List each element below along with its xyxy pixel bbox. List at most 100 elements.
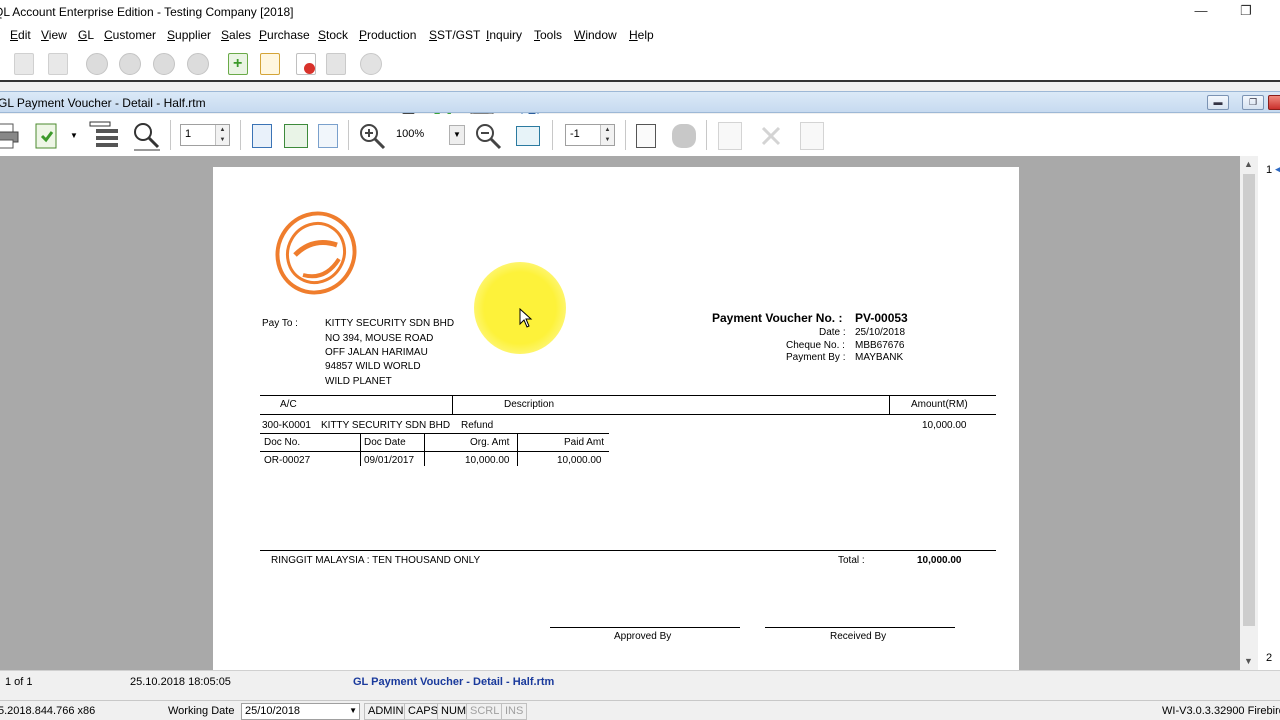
total-value: 10,000.00 xyxy=(917,555,962,566)
menu-window[interactable]: Window xyxy=(574,28,617,42)
pay-to-line: NO 394, MOUSE ROAD xyxy=(325,333,434,344)
restore-button[interactable]: ❐ xyxy=(1231,2,1261,22)
zoom-out-icon[interactable] xyxy=(474,122,502,150)
vertical-scrollbar[interactable]: ▲ ▼ xyxy=(1240,156,1258,670)
page-count-spinner[interactable]: -1 ▲ ▼ xyxy=(565,124,615,146)
total-border xyxy=(260,550,996,551)
column-description: Description xyxy=(504,399,555,410)
menu-view[interactable]: View xyxy=(41,28,67,42)
menu-production[interactable]: Production xyxy=(359,28,416,42)
two-page-icon[interactable] xyxy=(284,124,308,148)
user-indicator: ADMIN xyxy=(364,703,408,720)
sub-header-doc-date: Doc Date xyxy=(364,437,406,448)
page-marker-column: 1 ◀ 2 xyxy=(1258,156,1280,670)
child-restore-button[interactable]: ❐ xyxy=(1242,95,1264,110)
menu-sst-gst[interactable]: SST/GST xyxy=(429,28,480,42)
sub-row-doc-no: OR-00027 xyxy=(264,455,311,466)
zoom-in-icon[interactable] xyxy=(358,122,386,150)
save-icon[interactable] xyxy=(326,53,346,75)
toolbar-separator xyxy=(706,120,707,150)
new-page-icon[interactable] xyxy=(718,122,742,150)
cheque-value: MBB67676 xyxy=(855,340,905,351)
copy-icon[interactable] xyxy=(14,53,34,75)
date-label: Date : xyxy=(819,327,846,338)
report-preview-area[interactable]: Pay To : KITTY SECURITY SDN BHD NO 394, … xyxy=(0,156,1240,670)
outline-icon[interactable] xyxy=(88,120,120,152)
scroll-down-icon[interactable]: ▼ xyxy=(1244,656,1253,666)
sub-table-divider xyxy=(517,433,518,466)
working-date-label: Working Date xyxy=(168,705,235,717)
fit-page-icon[interactable] xyxy=(516,126,540,146)
pay-to-line: OFF JALAN HARIMAU xyxy=(325,347,428,358)
search-report-icon[interactable] xyxy=(130,120,162,152)
page-setup-icon[interactable] xyxy=(636,124,656,148)
ins-indicator: INS xyxy=(501,703,528,720)
received-by-line xyxy=(765,627,955,628)
payment-by-value: MAYBANK xyxy=(855,352,904,363)
menu-gl[interactable]: GL xyxy=(78,28,94,42)
menu-inquiry[interactable]: Inquiry xyxy=(486,28,522,42)
database-version: WI-V3.0.3.32900 Firebird xyxy=(1162,705,1280,717)
menu-supplier[interactable]: Supplier xyxy=(167,28,211,42)
page-number-spinner[interactable]: 1 ▲ ▼ xyxy=(180,124,230,146)
first-record-icon[interactable] xyxy=(86,53,108,75)
close-preview-icon[interactable] xyxy=(758,122,784,150)
sub-row-paid-amt: 10,000.00 xyxy=(557,455,602,466)
working-date-field[interactable]: 25/10/2018 ▼ xyxy=(241,703,360,720)
cheque-label: Cheque No. : xyxy=(786,340,845,351)
delete-document-icon[interactable] xyxy=(296,53,316,75)
sub-table-top-border xyxy=(260,433,609,434)
spinner-arrows-icon[interactable]: ▲ ▼ xyxy=(600,125,614,145)
sub-table-header-border xyxy=(260,451,609,452)
window-title: QL Account Enterprise Edition - Testing … xyxy=(0,5,294,19)
sub-table-divider xyxy=(424,433,425,466)
app-status-bar: 5.2018.844.766 x86 Working Date 25/10/20… xyxy=(0,700,1280,720)
zoom-value: 100% xyxy=(396,128,425,140)
scroll-up-icon[interactable]: ▲ xyxy=(1244,159,1253,169)
edit-document-icon[interactable] xyxy=(260,53,280,75)
line-description: Refund xyxy=(461,420,494,431)
pay-to-label: Pay To : xyxy=(262,318,298,329)
menu-sales[interactable]: Sales xyxy=(221,28,251,42)
menu-tools[interactable]: Tools xyxy=(534,28,562,42)
menu-purchase[interactable]: Purchase xyxy=(259,28,310,42)
sub-header-org-amt: Org. Amt xyxy=(470,437,510,448)
table-divider xyxy=(889,395,890,415)
toolbar-separator xyxy=(625,120,626,150)
zoom-dropdown-icon[interactable]: ▼ xyxy=(449,125,465,145)
child-minimize-button[interactable]: ▬ xyxy=(1207,95,1229,110)
pay-to-line: 94857 WILD WORLD xyxy=(325,361,421,372)
last-record-icon[interactable] xyxy=(187,53,209,75)
toolbar-separator xyxy=(348,120,349,150)
previous-record-icon[interactable] xyxy=(119,53,141,75)
minimize-button[interactable]: — xyxy=(1186,2,1216,22)
cancel-icon[interactable] xyxy=(360,53,382,75)
paste-icon[interactable] xyxy=(48,53,68,75)
edit-report-icon[interactable] xyxy=(800,122,824,150)
export-icon[interactable] xyxy=(32,120,62,150)
voucher-number: PV-00053 xyxy=(855,311,908,325)
menu-help[interactable]: Help xyxy=(629,28,654,42)
menu-stock[interactable]: Stock xyxy=(318,28,348,42)
scroll-thumb[interactable] xyxy=(1243,174,1255,626)
child-close-button[interactable] xyxy=(1268,95,1280,110)
spinner-arrows-icon[interactable]: ▲ ▼ xyxy=(215,125,229,145)
print-report-icon[interactable] xyxy=(0,122,20,150)
export-dropdown-icon[interactable]: ▼ xyxy=(70,131,78,140)
new-document-icon[interactable]: + xyxy=(228,53,248,75)
sub-header-doc-no: Doc No. xyxy=(264,437,301,448)
sub-row-doc-date: 09/01/2017 xyxy=(364,455,415,466)
menu-edit[interactable]: Edit xyxy=(10,28,31,42)
menu-customer[interactable]: Customer xyxy=(104,28,156,42)
footprint-icon[interactable] xyxy=(672,124,696,148)
app-version: 5.2018.844.766 x86 xyxy=(0,705,96,717)
preview-status-bar: 1 of 1 25.10.2018 18:05:05 GL Payment Vo… xyxy=(0,670,1280,692)
approved-by-line xyxy=(550,627,740,628)
title-bar: QL Account Enterprise Edition - Testing … xyxy=(0,0,1280,24)
table-divider xyxy=(452,395,453,415)
single-page-icon[interactable] xyxy=(252,124,272,148)
multi-page-icon[interactable] xyxy=(318,124,338,148)
next-record-icon[interactable] xyxy=(153,53,175,75)
chevron-down-icon[interactable]: ▼ xyxy=(349,706,357,715)
company-logo xyxy=(273,209,359,297)
